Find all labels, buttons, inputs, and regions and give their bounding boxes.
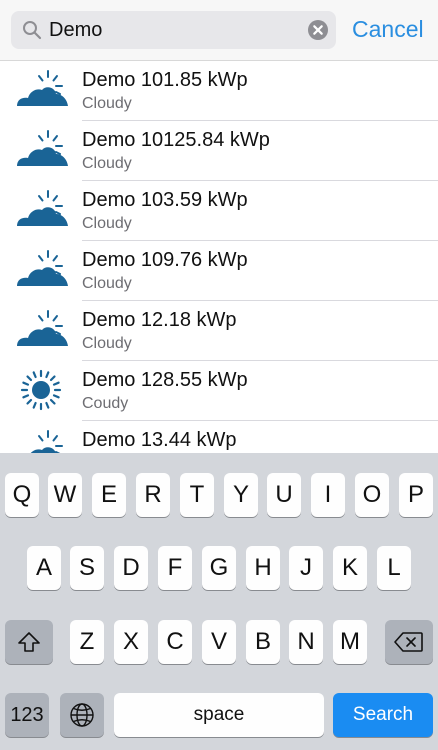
item-title: Demo 12.18 kWp: [82, 309, 237, 331]
item-title: Demo 128.55 kWp: [82, 369, 248, 391]
shift-key[interactable]: [5, 620, 53, 664]
sun-icon: [20, 369, 62, 411]
item-title: Demo 109.76 kWp: [82, 249, 248, 271]
partly-cloudy-icon: [17, 190, 68, 226]
search-bar: Demo Cancel: [0, 0, 438, 61]
key-e[interactable]: E: [92, 473, 126, 517]
item-subtitle: Coudy: [82, 395, 129, 412]
key-n[interactable]: N: [289, 620, 323, 664]
key-t[interactable]: T: [180, 473, 214, 517]
key-b[interactable]: B: [246, 620, 280, 664]
item-title: Demo 13.44 kWp: [82, 429, 237, 451]
item-subtitle: Cloudy: [82, 335, 132, 352]
item-subtitle: Cloudy: [82, 95, 132, 112]
key-j[interactable]: J: [289, 546, 323, 590]
partly-cloudy-icon: [17, 130, 68, 166]
item-title: Demo 10125.84 kWp: [82, 129, 270, 151]
key-s[interactable]: S: [70, 546, 104, 590]
key-f[interactable]: F: [158, 546, 192, 590]
delete-key[interactable]: [385, 620, 433, 664]
key-x[interactable]: X: [114, 620, 148, 664]
cancel-button[interactable]: Cancel: [352, 11, 424, 47]
key-r[interactable]: R: [136, 473, 170, 517]
keyboard: Q W E R T Y U I O P A S D F G H J K L Z …: [0, 453, 438, 750]
clear-icon[interactable]: [308, 20, 328, 40]
search-field[interactable]: Demo: [11, 11, 336, 49]
key-h[interactable]: H: [246, 546, 280, 590]
key-d[interactable]: D: [114, 546, 148, 590]
search-key[interactable]: Search: [333, 693, 433, 737]
key-u[interactable]: U: [267, 473, 301, 517]
list-item[interactable]: Demo 12.18 kWp Cloudy: [0, 301, 438, 361]
list-item[interactable]: Demo 10125.84 kWp Cloudy: [0, 121, 438, 181]
shift-icon: [18, 632, 40, 652]
key-a[interactable]: A: [27, 546, 61, 590]
partly-cloudy-icon: [17, 310, 68, 346]
key-z[interactable]: Z: [70, 620, 104, 664]
key-v[interactable]: V: [202, 620, 236, 664]
list-item[interactable]: Demo 109.76 kWp Cloudy: [0, 241, 438, 301]
item-subtitle: Cloudy: [82, 275, 132, 292]
search-input[interactable]: Demo: [49, 11, 102, 49]
key-c[interactable]: C: [158, 620, 192, 664]
search-icon: [23, 21, 42, 40]
space-key[interactable]: space: [114, 693, 324, 737]
key-i[interactable]: I: [311, 473, 345, 517]
key-k[interactable]: K: [333, 546, 367, 590]
backspace-icon: [394, 632, 423, 652]
key-y[interactable]: Y: [224, 473, 258, 517]
list-item[interactable]: Demo 128.55 kWp Coudy: [0, 361, 438, 421]
key-q[interactable]: Q: [5, 473, 39, 517]
key-w[interactable]: W: [48, 473, 82, 517]
partly-cloudy-icon: [17, 250, 68, 286]
results-list: Demo 101.85 kWp Cloudy Demo 10125.84 kWp…: [0, 61, 438, 481]
key-g[interactable]: G: [202, 546, 236, 590]
item-subtitle: Cloudy: [82, 155, 132, 172]
list-item[interactable]: Demo 101.85 kWp Cloudy: [0, 61, 438, 121]
list-item[interactable]: Demo 103.59 kWp Cloudy: [0, 181, 438, 241]
partly-cloudy-icon: [17, 70, 68, 106]
key-l[interactable]: L: [377, 546, 411, 590]
numbers-key[interactable]: 123: [5, 693, 49, 737]
key-m[interactable]: M: [333, 620, 367, 664]
key-p[interactable]: P: [399, 473, 433, 517]
item-subtitle: Cloudy: [82, 215, 132, 232]
globe-icon: [70, 703, 94, 727]
key-o[interactable]: O: [355, 473, 389, 517]
globe-key[interactable]: [60, 693, 104, 737]
item-title: Demo 101.85 kWp: [82, 69, 248, 91]
item-title: Demo 103.59 kWp: [82, 189, 248, 211]
